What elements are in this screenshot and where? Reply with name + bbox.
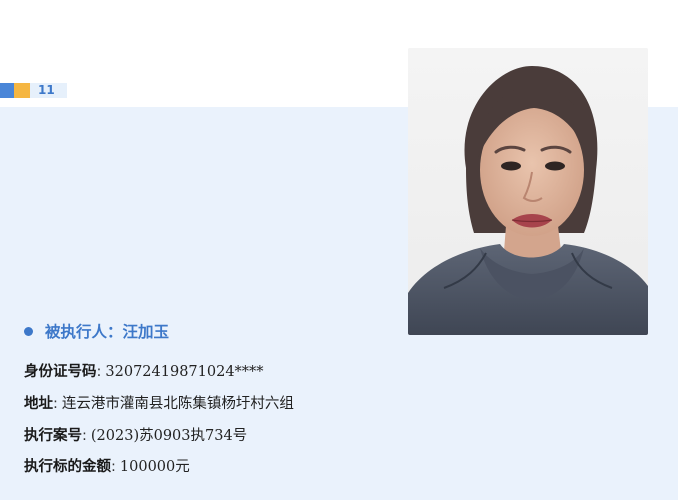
case-number-label: 执行案号: [24, 428, 82, 444]
id-number-separator: :: [96, 364, 102, 380]
address-row: 地址: 连云港市灌南县北陈集镇杨圩村六组: [24, 392, 294, 416]
debtor-name-label: 被执行人：: [45, 323, 123, 341]
id-number-label: 身份证号码: [24, 364, 97, 380]
amount-value: 100000元: [119, 459, 190, 475]
case-number-row: 执行案号: (2023)苏0903执734号: [24, 424, 247, 448]
bullet-dot-icon: [24, 326, 33, 336]
address-separator: :: [53, 396, 58, 412]
debtor-name: 汪加玉: [122, 323, 170, 341]
badge-blue-block: [0, 83, 14, 98]
case-number-separator: :: [82, 428, 87, 444]
case-number-value: (2023)苏0903执734号: [90, 428, 248, 444]
amount-row: 执行标的金额: 100000元: [24, 455, 190, 479]
address-value: 连云港市灌南县北陈集镇杨圩村六组: [61, 396, 294, 412]
address-label: 地址: [24, 396, 53, 412]
number-badge: 11: [0, 83, 67, 98]
amount-separator: :: [111, 459, 116, 475]
debtor-name-row: 被执行人： 汪加玉: [24, 318, 169, 344]
id-number-value: 32072419871024****: [105, 364, 264, 380]
portrait-photo: [408, 48, 648, 335]
badge-yellow-block: [14, 83, 30, 98]
badge-number: 11: [38, 83, 55, 97]
id-number-row: 身份证号码: 32072419871024****: [24, 360, 264, 384]
amount-label: 执行标的金额: [24, 459, 111, 475]
